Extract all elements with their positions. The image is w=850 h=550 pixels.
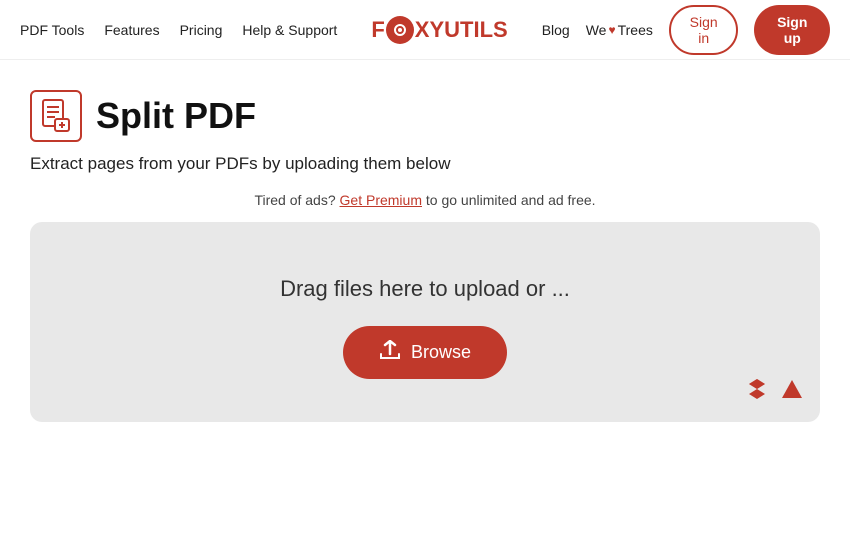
get-premium-link[interactable]: Get Premium [340, 192, 422, 208]
nav-help-support[interactable]: Help & Support [242, 22, 337, 38]
nav-links: PDF Tools Features Pricing Help & Suppor… [20, 22, 337, 38]
signup-button[interactable]: Sign up [754, 5, 830, 55]
page-subtitle: Extract pages from your PDFs by uploadin… [30, 154, 820, 174]
nav-right: Blog We♥Trees Sign in Sign up [542, 5, 830, 55]
logo[interactable]: F XYUTILS [371, 16, 507, 44]
nav-right-links: Blog We♥Trees [542, 22, 653, 38]
nav-pricing[interactable]: Pricing [180, 22, 223, 38]
upload-icon [379, 340, 401, 365]
heart-icon: ♥ [608, 23, 615, 37]
cloud-service-icons [744, 376, 804, 408]
nav-blog[interactable]: Blog [542, 22, 570, 38]
logo-circle [386, 16, 414, 44]
nav-we-trees[interactable]: We♥Trees [586, 22, 653, 38]
browse-label: Browse [411, 342, 471, 363]
page-title: Split PDF [96, 95, 256, 137]
browse-button[interactable]: Browse [343, 326, 507, 379]
page-title-row: Split PDF [30, 90, 820, 142]
logo-main: XYUTILS [415, 17, 508, 43]
promo-text: Tired of ads? Get Premium to go unlimite… [30, 192, 820, 208]
google-drive-icon[interactable] [780, 377, 804, 407]
logo-fox: F [371, 17, 384, 43]
promo-before: Tired of ads? [254, 192, 335, 208]
we-label: We [586, 22, 607, 38]
trees-label: Trees [618, 22, 653, 38]
promo-after: to go unlimited and ad free. [426, 192, 596, 208]
navbar: PDF Tools Features Pricing Help & Suppor… [0, 0, 850, 60]
dropzone[interactable]: Drag files here to upload or ... Browse [30, 222, 820, 422]
dropzone-text: Drag files here to upload or ... [280, 276, 570, 302]
split-pdf-icon [30, 90, 82, 142]
signin-button[interactable]: Sign in [669, 5, 739, 55]
dropbox-icon[interactable] [744, 376, 770, 408]
nav-features[interactable]: Features [104, 22, 159, 38]
nav-pdf-tools[interactable]: PDF Tools [20, 22, 84, 38]
main-content: Split PDF Extract pages from your PDFs b… [0, 60, 850, 442]
